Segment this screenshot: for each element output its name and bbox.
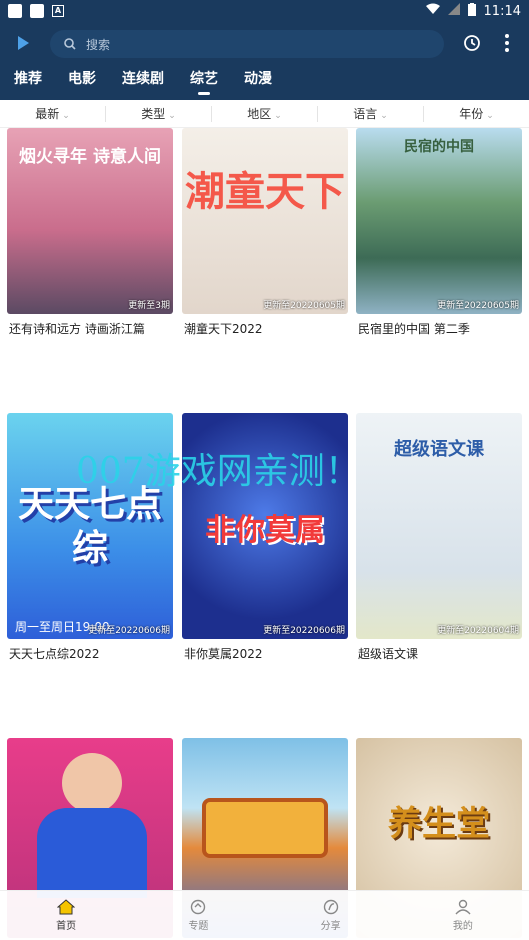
host-photo <box>62 753 122 813</box>
video-title: 超级语文课 <box>358 647 419 661</box>
video-title: 还有诗和远方 诗画浙江篇 <box>9 322 145 336</box>
share-icon <box>323 899 338 915</box>
poster-image: 烟火寻年 诗意人间 更新至3期 <box>7 128 173 314</box>
filter-region[interactable]: 地区 ⌄ <box>212 105 318 122</box>
update-badge: 更新至20220605期 <box>263 301 345 311</box>
chevron-down-icon: ⌄ <box>486 110 494 121</box>
clock: 11:14 <box>483 3 521 19</box>
nav-mine[interactable]: 我的 <box>397 891 529 940</box>
home-icon <box>57 899 76 915</box>
filter-language[interactable]: 语言 ⌄ <box>318 105 424 122</box>
update-badge: 更新至3期 <box>128 301 170 311</box>
play-logo-icon[interactable] <box>18 36 29 50</box>
tab-movie[interactable]: 电影 <box>55 68 109 98</box>
notification-icon <box>8 4 22 18</box>
update-badge: 更新至20220606期 <box>88 626 170 636</box>
watermark-text: 007游戏网亲测！ <box>76 451 361 492</box>
topic-icon <box>191 899 206 915</box>
poster-image: 潮童天下 更新至20220605期 <box>182 128 348 314</box>
video-card[interactable]: 民宿的中国 更新至20220605期 民宿里的中国 第二季 <box>356 128 522 337</box>
filter-type[interactable]: 类型 ⌄ <box>106 105 212 122</box>
update-badge: 更新至20220604期 <box>437 626 519 636</box>
video-title: 民宿里的中国 第二季 <box>358 322 470 336</box>
video-title: 潮童天下2022 <box>184 322 263 336</box>
app-header: 搜索 推荐 电影 连续剧 综艺 动漫 <box>0 22 529 100</box>
filter-bar: 最新 ⌄ 类型 ⌄ 地区 ⌄ 语言 ⌄ 年份 ⌄ <box>0 100 529 128</box>
chevron-down-icon: ⌄ <box>380 110 388 121</box>
filter-year[interactable]: 年份 ⌄ <box>424 106 529 122</box>
nav-share[interactable]: 分享 <box>265 891 397 940</box>
video-card[interactable]: 烟火寻年 诗意人间 更新至3期 还有诗和远方 诗画浙江篇 <box>7 128 173 337</box>
logo-shape <box>202 798 328 858</box>
a-icon: A <box>52 5 64 17</box>
tab-recommend[interactable]: 推荐 <box>0 68 55 98</box>
video-card[interactable]: 潮童天下 更新至20220605期 潮童天下2022 <box>182 128 348 337</box>
chevron-down-icon: ⌄ <box>168 110 176 121</box>
nav-topic[interactable]: 专题 <box>132 891 264 940</box>
tab-variety[interactable]: 综艺 <box>177 68 231 98</box>
poster-image: 民宿的中国 更新至20220605期 <box>356 128 522 314</box>
category-tabs: 推荐 电影 连续剧 综艺 动漫 <box>0 68 285 98</box>
bottom-navigation: 首页 专题 分享 我的 <box>0 890 529 940</box>
filter-latest[interactable]: 最新 ⌄ <box>0 105 106 122</box>
search-icon <box>64 38 76 50</box>
chevron-down-icon: ⌄ <box>62 110 70 121</box>
search-input[interactable]: 搜索 <box>50 30 444 58</box>
notification-icon <box>30 4 44 18</box>
user-icon <box>455 899 471 915</box>
video-title: 天天七点综2022 <box>9 647 100 661</box>
update-badge: 更新至20220605期 <box>437 301 519 311</box>
battery-icon <box>467 2 476 20</box>
video-card[interactable]: 超级语文课 更新至20220604期 超级语文课 <box>356 413 522 662</box>
wifi-icon <box>425 3 440 19</box>
poster-image: 超级语文课 更新至20220604期 <box>356 413 522 639</box>
search-placeholder: 搜索 <box>86 37 111 52</box>
nav-home[interactable]: 首页 <box>0 891 132 940</box>
tab-anime[interactable]: 动漫 <box>231 68 285 98</box>
signal-icon <box>447 3 460 19</box>
chevron-down-icon: ⌄ <box>274 110 282 121</box>
tab-series[interactable]: 连续剧 <box>109 68 177 98</box>
history-icon[interactable] <box>463 34 481 56</box>
more-menu-icon[interactable] <box>503 34 511 55</box>
update-badge: 更新至20220606期 <box>263 626 345 636</box>
status-bar: A 11:14 <box>0 0 529 22</box>
host-photo <box>37 808 147 898</box>
video-title: 非你莫属2022 <box>184 647 263 661</box>
